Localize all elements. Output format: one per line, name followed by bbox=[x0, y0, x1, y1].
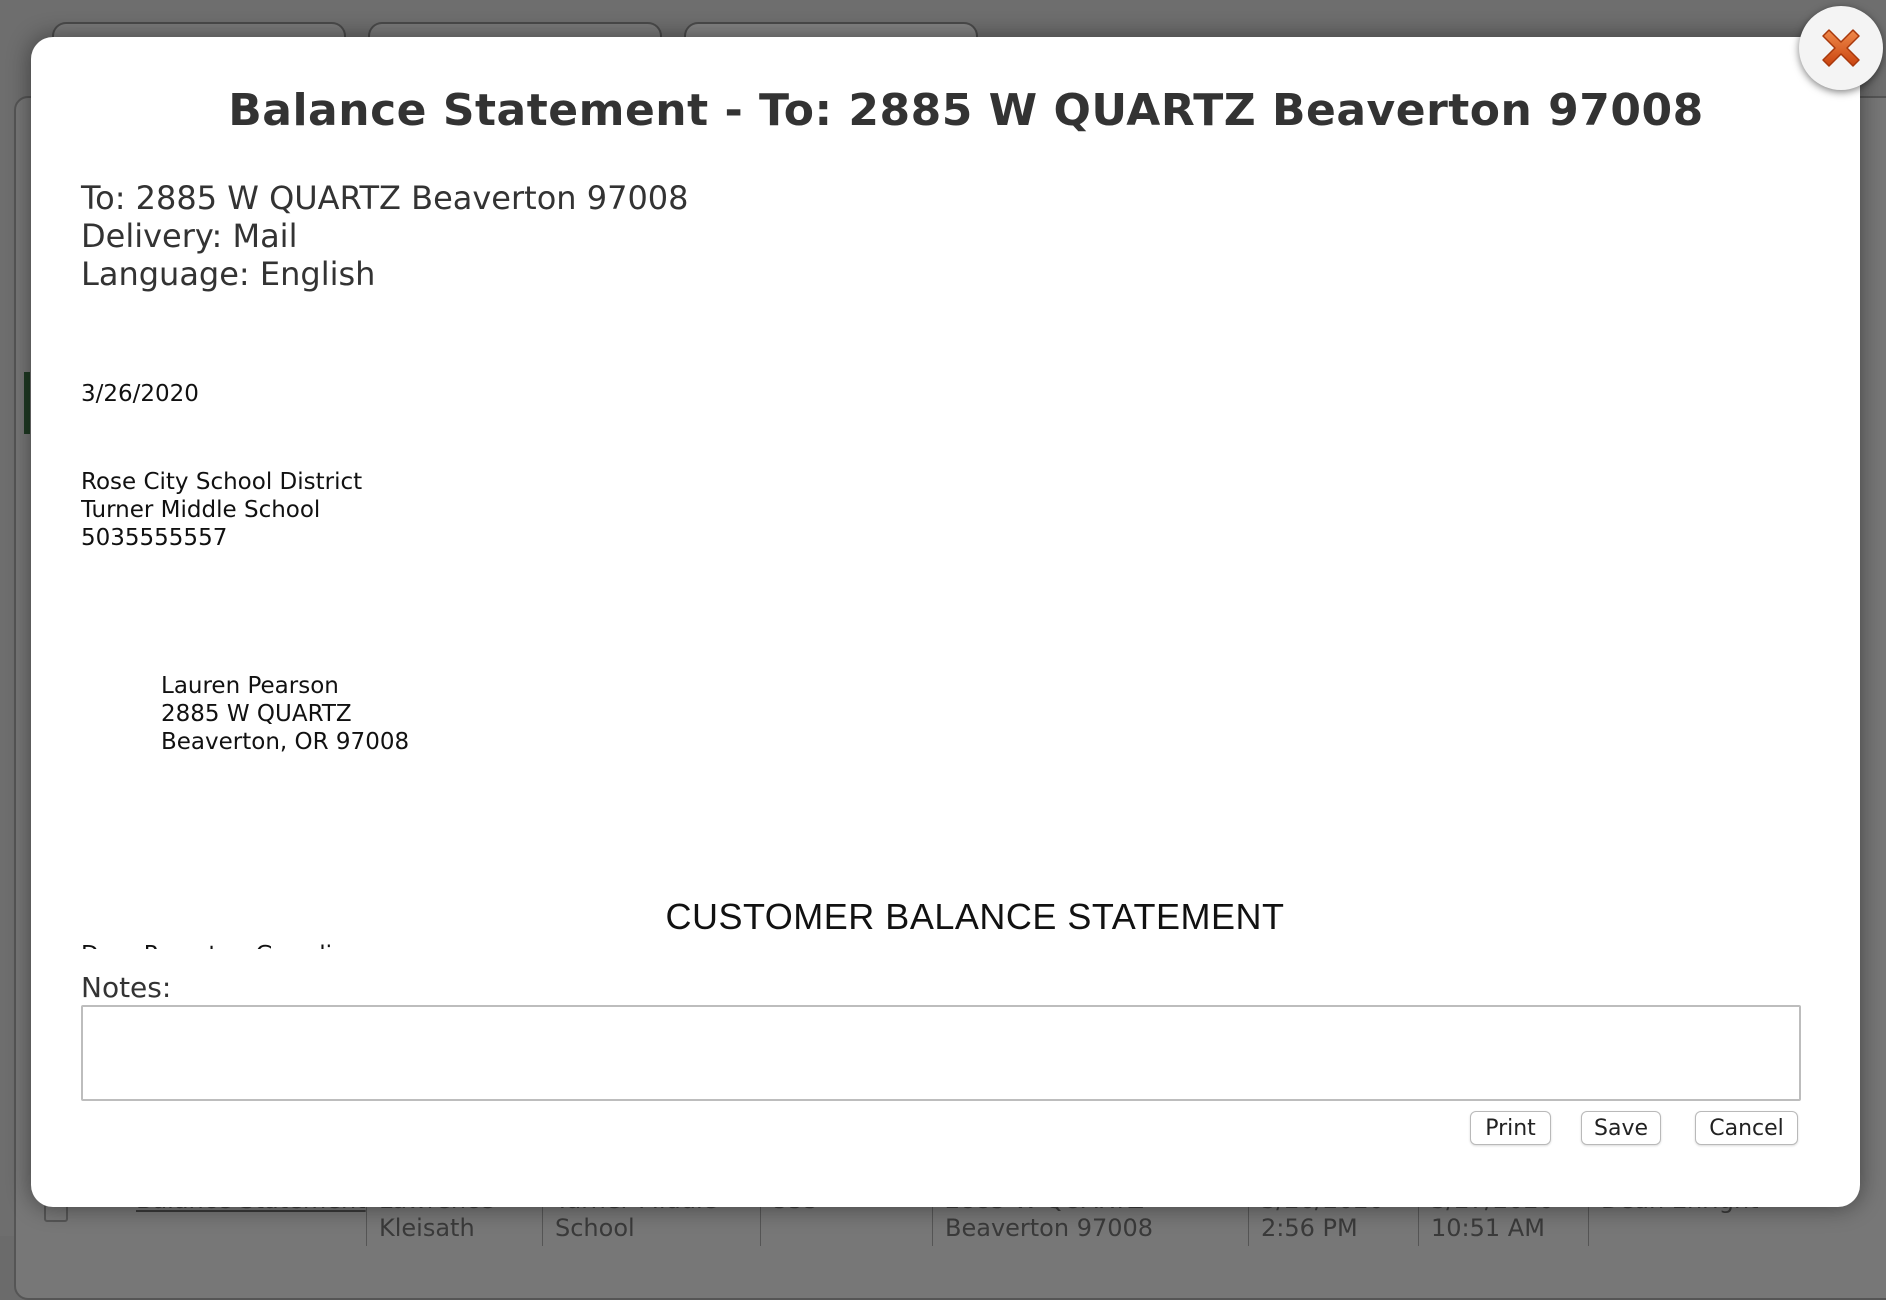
recipient-name: Lauren Pearson bbox=[161, 673, 339, 699]
notes-textarea[interactable] bbox=[81, 1005, 1801, 1101]
district-name: Rose City School District bbox=[81, 469, 363, 495]
dialog-title: Balance Statement - To: 2885 W QUARTZ Be… bbox=[228, 85, 1704, 136]
delivery-info: To: 2885 W QUARTZ Beaverton 97008 Delive… bbox=[81, 179, 689, 293]
delivery-line: Delivery: Mail bbox=[81, 217, 298, 255]
letter-salutation: Dear Parent or Guardian, bbox=[81, 941, 368, 949]
cancel-button[interactable]: Cancel bbox=[1695, 1111, 1798, 1145]
statement-preview[interactable]: 3/26/2020 Rose City School District Turn… bbox=[81, 337, 1841, 949]
notes-label: Notes: bbox=[81, 971, 172, 1004]
language-line: Language: English bbox=[81, 255, 376, 293]
balance-statement-dialog: Balance Statement - To: 2885 W QUARTZ Be… bbox=[31, 37, 1860, 1207]
save-button[interactable]: Save bbox=[1581, 1111, 1661, 1145]
close-dialog-button[interactable] bbox=[1799, 6, 1883, 90]
close-icon bbox=[1822, 29, 1860, 67]
school-name: Turner Middle School bbox=[81, 497, 321, 523]
sender-block: Rose City School District Turner Middle … bbox=[81, 468, 362, 552]
to-address-line: To: 2885 W QUARTZ Beaverton 97008 bbox=[81, 179, 689, 217]
recipient-street: 2885 W QUARTZ bbox=[161, 701, 352, 727]
recipient-city: Beaverton, OR 97008 bbox=[161, 729, 410, 755]
recipient-block: Lauren Pearson 2885 W QUARTZ Beaverton, … bbox=[161, 672, 409, 756]
letter-date: 3/26/2020 bbox=[81, 381, 199, 407]
statement-heading: CUSTOMER BALANCE STATEMENT bbox=[665, 896, 1285, 937]
background-accent bbox=[24, 372, 30, 434]
phone-number: 5035555557 bbox=[81, 525, 228, 551]
print-button[interactable]: Print bbox=[1470, 1111, 1551, 1145]
